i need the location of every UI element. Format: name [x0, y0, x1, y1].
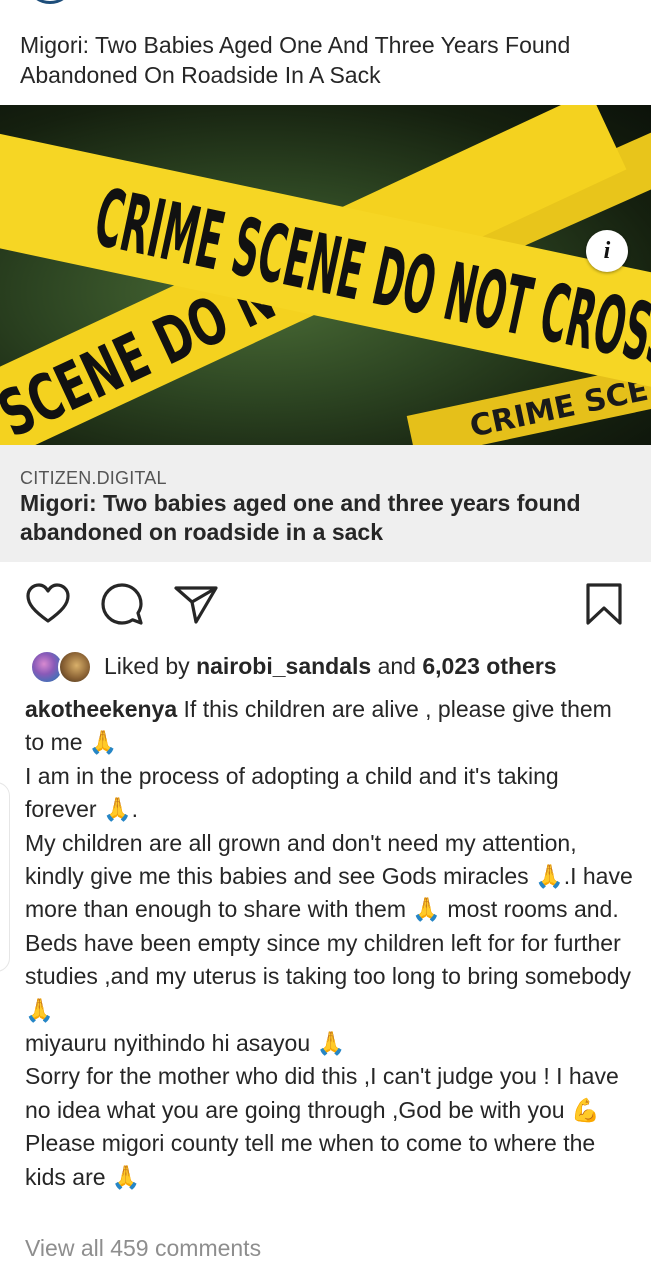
caption-line: Please migori county tell me when to com… [25, 1130, 596, 1190]
comment-icon[interactable] [98, 580, 146, 628]
send-icon[interactable] [172, 580, 220, 628]
view-all-comments-link[interactable]: View all 459 comments [25, 1235, 261, 1262]
link-domain: CITIZEN.DIGITAL [20, 468, 167, 488]
profile-avatar-partial[interactable] [30, 0, 70, 4]
caption-line: Sorry for the mother who did this ,I can… [25, 1063, 619, 1123]
liker-username[interactable]: nairobi_sandals [196, 653, 371, 679]
post-caption: akotheekenya If this children are alive … [25, 693, 635, 1194]
tape-text-3: CRIME SCE [467, 373, 651, 445]
crime-scene-tape-graphic: CRIME SCE SCENE DO NOT CRIME SCENE DO NO… [0, 105, 651, 445]
post-actions-bar [0, 580, 651, 630]
heart-icon[interactable] [24, 580, 72, 628]
caption-line: miyauru nyithindo hi asayou 🙏 [25, 1030, 346, 1057]
likes-middle: and [371, 652, 423, 679]
post-image[interactable]: CRIME SCE SCENE DO NOT CRIME SCENE DO NO… [0, 105, 651, 445]
avatar [58, 650, 92, 684]
liker-avatars [30, 648, 96, 684]
likes-prefix: Liked by [104, 652, 197, 679]
likes-text: Liked by nairobi_sandals and 6,023 other… [104, 653, 557, 680]
scroll-edge-indicator [0, 782, 10, 972]
link-preview-card[interactable]: CITIZEN.DIGITAL Migori: Two babies aged … [0, 445, 651, 562]
caption-username[interactable]: akotheekenya [25, 696, 177, 722]
bookmark-icon[interactable] [582, 580, 626, 628]
info-icon[interactable]: i [586, 230, 628, 272]
caption-line: My children are all grown and don't need… [25, 829, 633, 1023]
likes-count[interactable]: 6,023 others [422, 653, 556, 679]
post-title: Migori: Two Babies Aged One And Three Ye… [20, 32, 571, 88]
likes-row[interactable]: Liked by nairobi_sandals and 6,023 other… [30, 648, 640, 684]
caption-line: I am in the process of adopting a child … [25, 762, 559, 823]
link-title[interactable]: Migori: Two babies aged one and three ye… [20, 489, 630, 547]
